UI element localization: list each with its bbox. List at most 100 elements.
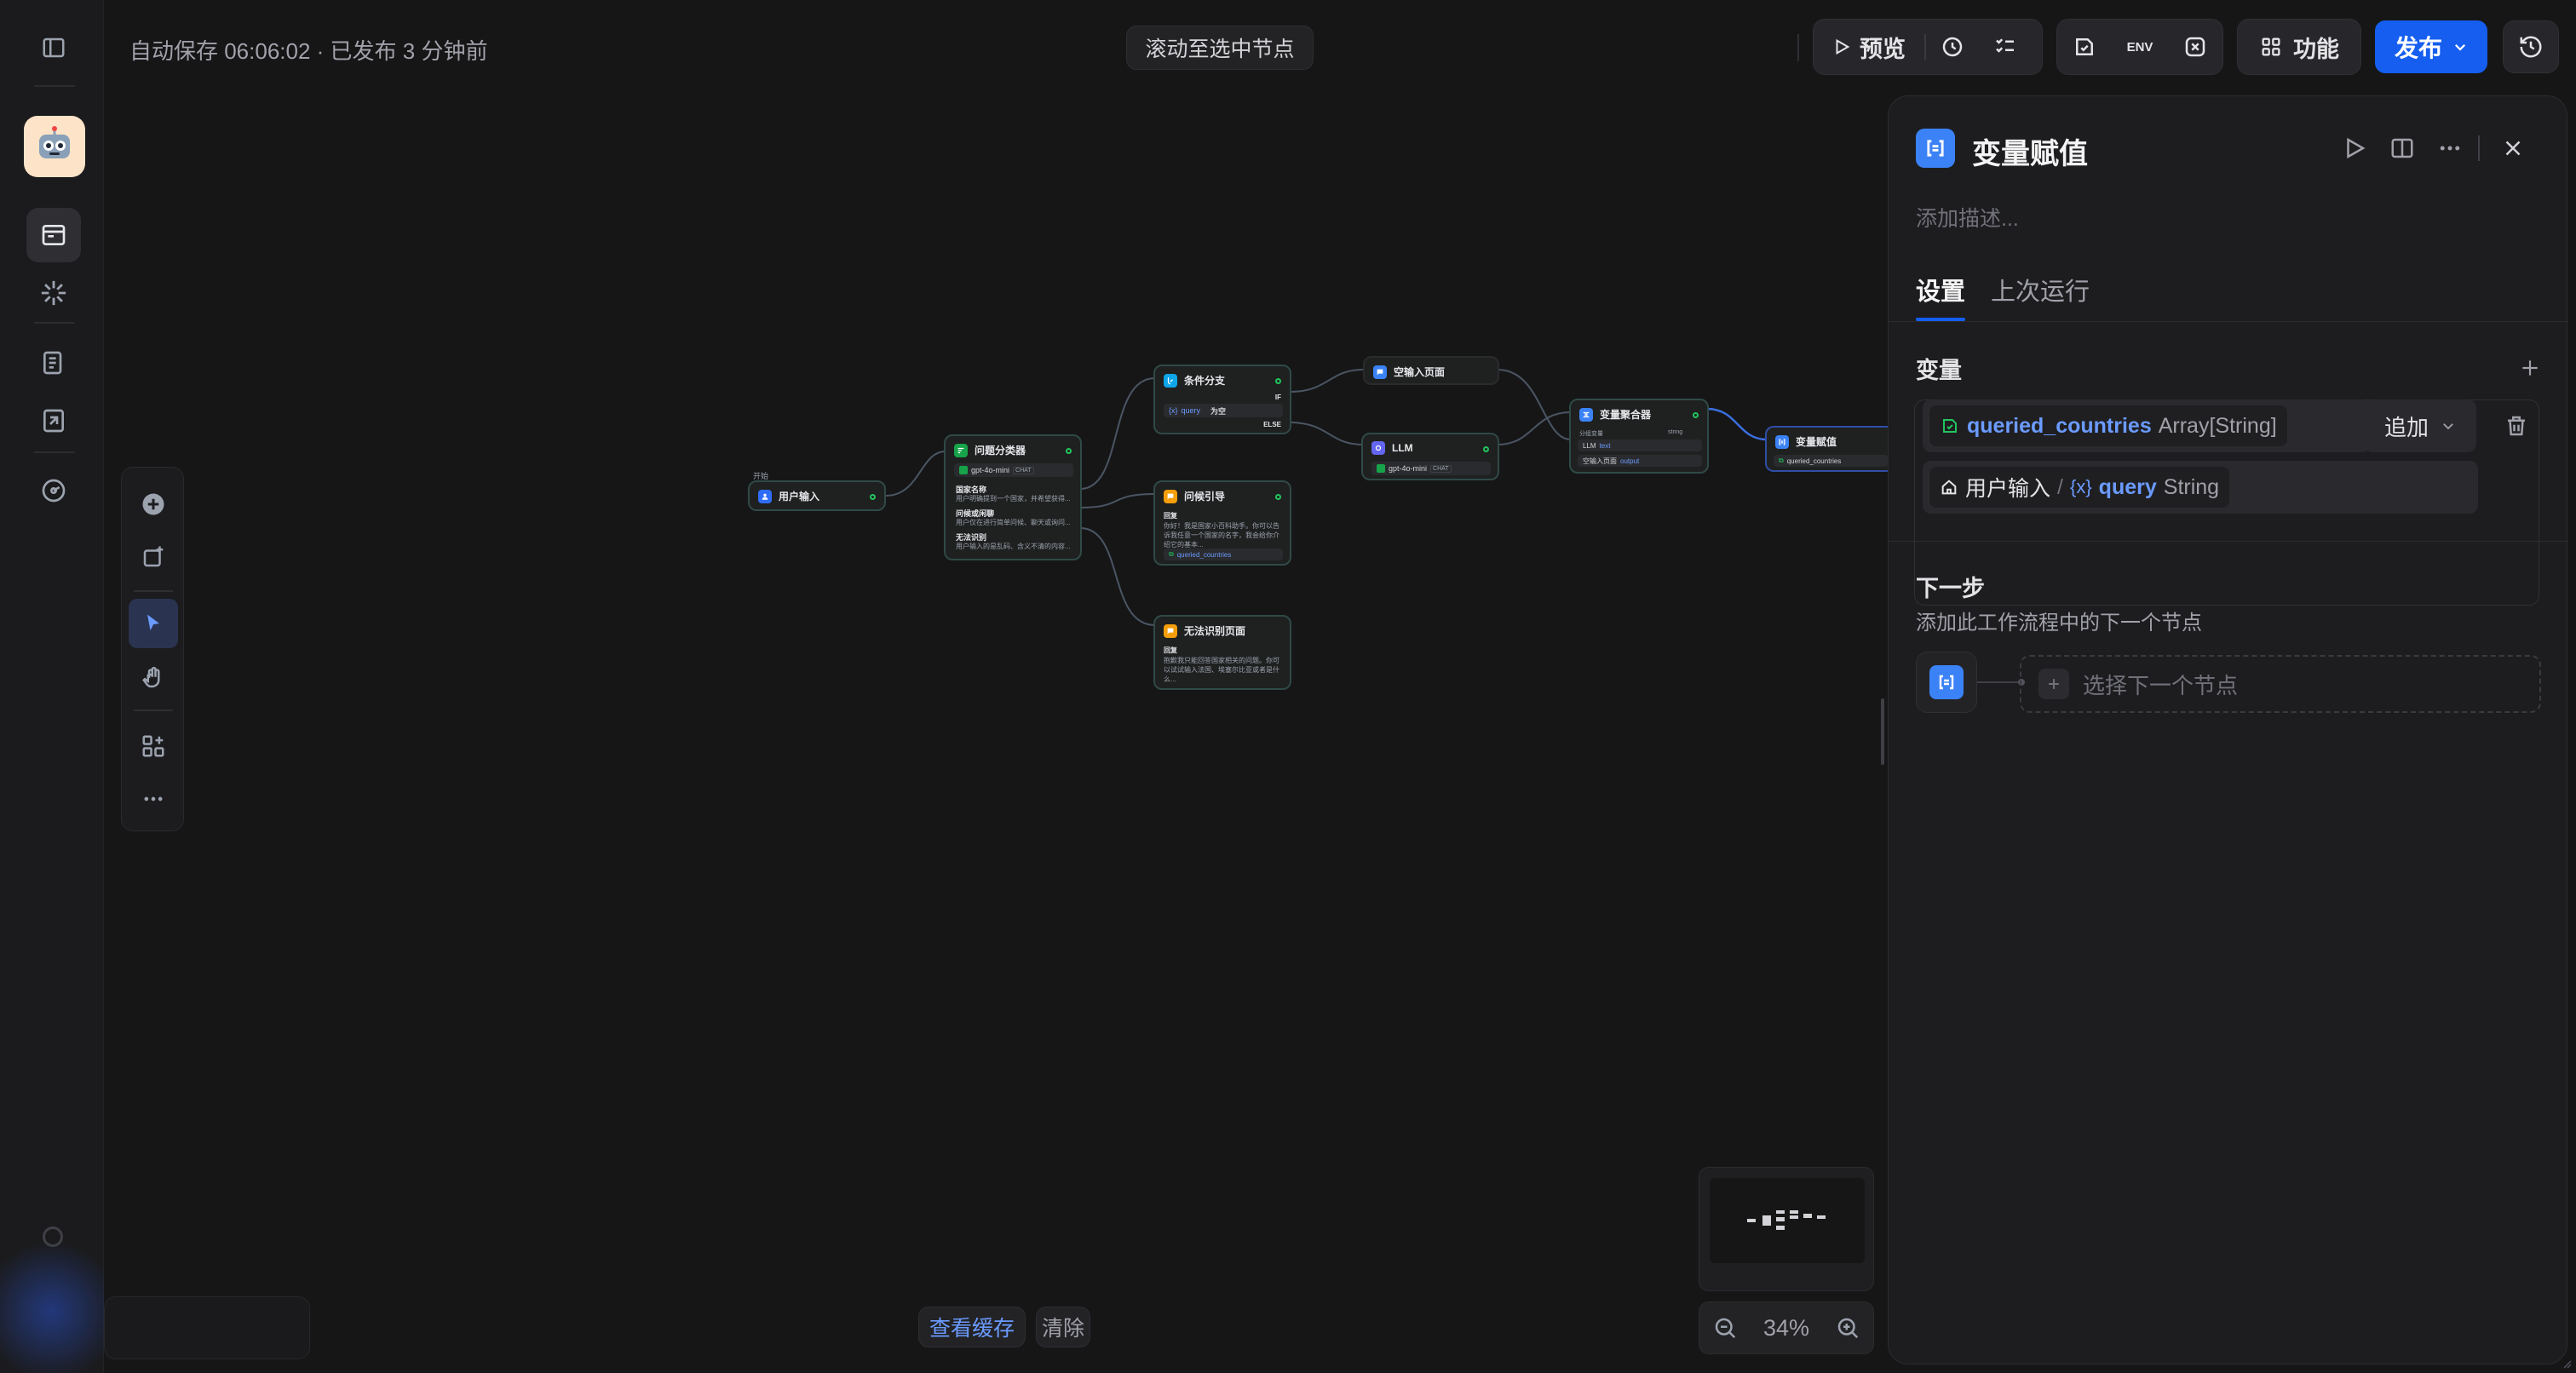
features-icon: [2262, 37, 2280, 56]
workflow-edges: [885, 369, 1768, 626]
node-config-panel: 变量赋值 添加描述... 设置 上次运行 变量 queried_countrie…: [1888, 95, 2568, 1364]
reply-text: 你好！我是国家小百科助手。你可以告诉我任意一个国家的名字，我会给你介绍它的基本.…: [1164, 522, 1279, 549]
next-step-desc: 添加此工作流程中的下一个节点: [1916, 612, 2202, 635]
panel-resize-handle[interactable]: [1881, 698, 1884, 765]
zoom-controls: 34%: [1699, 1301, 1874, 1354]
classifier-node[interactable]: 问题分类器 gpt-4o-mini CHAT 国家名称 用户明确提到一个国家，并…: [944, 434, 1082, 560]
zoom-out-icon[interactable]: [1712, 1315, 1738, 1341]
run-history-button[interactable]: [1926, 20, 1979, 74]
unknown-reply-node[interactable]: 无法识别页面 回复 抱歉我只能回答国家相关的问题。你可以试试输入法国、埃塞尔比亚…: [1153, 615, 1291, 690]
classifier-model: gpt-4o-mini CHAT: [954, 463, 1073, 477]
minimap-nodes: [1747, 1210, 1826, 1230]
checklist-button[interactable]: [1979, 20, 2032, 74]
operation-select[interactable]: 追加: [2364, 399, 2476, 452]
llm-icon: [1371, 441, 1385, 455]
source-node-name: 用户输入: [1965, 477, 2051, 501]
chevron-down-icon: [2454, 43, 2466, 51]
version-history-button[interactable]: [2503, 20, 2559, 73]
source-variable-selector[interactable]: 用户输入 / {x} query String: [1923, 461, 2478, 514]
help-doc-icon[interactable]: [2389, 135, 2415, 161]
target-var-type: Array[String]: [2158, 413, 2277, 438]
variable-toolbar: ENV: [2056, 19, 2223, 75]
llm-model: gpt-4o-mini CHAT: [1371, 462, 1491, 475]
group-label: 分组变量: [1579, 431, 1603, 437]
panel-title[interactable]: 变量赋值: [1972, 130, 2088, 172]
add-variable-icon[interactable]: [2519, 357, 2541, 379]
run-history-icon: [1942, 37, 1963, 57]
features-button[interactable]: 功能: [2237, 19, 2361, 75]
description-input[interactable]: 添加描述...: [1916, 202, 2019, 233]
select-next-node-button[interactable]: 选择下一个节点: [2020, 655, 2541, 713]
more-icon[interactable]: [2437, 135, 2463, 161]
assigner-node[interactable]: 变量赋值 ⧉ queried_countries: [1765, 426, 1888, 472]
chevron-down-icon: [2443, 423, 2453, 430]
plus-icon: [2038, 669, 2069, 699]
llm-node[interactable]: LLM gpt-4o-mini CHAT: [1361, 433, 1499, 480]
empty-reply-title: 空输入页面: [1394, 366, 1446, 378]
greeting-reply-node[interactable]: 问候引导 回复 你好！我是国家小百科助手。你可以告诉我任意一个国家的名字，我会给…: [1153, 480, 1291, 566]
close-icon[interactable]: [2500, 135, 2526, 161]
select-next-label: 选择下一个节点: [2083, 672, 2239, 698]
aggregator-title: 变量聚合器: [1600, 409, 1652, 421]
minimap[interactable]: [1699, 1167, 1874, 1291]
target-var-name: queried_countries: [1967, 413, 2152, 438]
aggregator-row: LLM text: [1578, 439, 1702, 451]
features-label: 功能: [2293, 36, 2339, 62]
publish-button[interactable]: 发布: [2375, 20, 2487, 73]
answer-icon: [1164, 489, 1177, 503]
home-icon: [1941, 480, 1957, 495]
global-var-button[interactable]: [2171, 20, 2219, 74]
branch-icon: [1164, 373, 1177, 388]
openai-icon: [1377, 464, 1385, 473]
reply-text: 抱歉我只能回答国家相关的问题。你可以试试输入法国、埃塞尔比亚或者是什么...: [1164, 657, 1279, 683]
aggregator-node[interactable]: 变量聚合器 分组变量 string LLM text 空输入页面 output: [1569, 399, 1709, 474]
reply-caption: 回复: [1164, 512, 1177, 520]
run-node-icon[interactable]: [2342, 135, 2367, 161]
variable-x-icon: {x}: [2069, 476, 2092, 497]
assigner-icon: [1775, 434, 1789, 449]
clear-button[interactable]: 清除: [1036, 1307, 1090, 1347]
aggregator-row: 空输入页面 output: [1578, 455, 1702, 467]
reply-caption: 回复: [1164, 646, 1177, 654]
llm-title: LLM: [1392, 442, 1413, 454]
source-var-type: String: [2163, 474, 2220, 499]
source-var-name: query: [2098, 474, 2157, 499]
publish-label: 发布: [2394, 35, 2442, 61]
class-desc: 用户输入的是乱码、含义不清的内容...: [956, 543, 1071, 550]
checklist-icon: [1996, 38, 2014, 53]
conversation-var-icon: [2076, 38, 2094, 55]
assigner-icon: [1929, 665, 1964, 699]
start-icon: [758, 489, 772, 503]
empty-reply-node[interactable]: 空输入页面: [1363, 356, 1499, 385]
view-cache-button[interactable]: 查看缓存: [918, 1307, 1026, 1347]
classifier-icon: [954, 443, 968, 457]
zoom-level[interactable]: 34%: [1763, 1315, 1809, 1341]
reply-var: ⧉ queried_countries: [1164, 549, 1283, 560]
env-button[interactable]: ENV: [2116, 20, 2164, 74]
conversation-var-button[interactable]: [2061, 20, 2108, 74]
variables-section-title: 变量: [1916, 358, 1962, 383]
class-desc: 用户仅在进行简单问候、聊天或询问...: [956, 519, 1071, 526]
class-desc: 用户明确提到一个国家，并希望获得...: [956, 495, 1071, 503]
start-node[interactable]: 用户输入: [748, 480, 886, 511]
connector-line: [1977, 681, 2020, 683]
assigner-icon: [1916, 129, 1955, 168]
next-step-title: 下一步: [1916, 576, 1985, 601]
aggregator-icon: [1579, 407, 1593, 422]
env-label: ENV: [2126, 39, 2153, 55]
start-node-title: 用户输入: [779, 491, 820, 503]
tab-last-run[interactable]: 上次运行: [1991, 272, 2090, 307]
operation-label: 追加: [2383, 414, 2429, 440]
resize-grip-icon: [2563, 1360, 2572, 1369]
else-label: ELSE: [1263, 421, 1281, 428]
assigned-variable-selector[interactable]: queried_countries Array[String]: [1923, 399, 2371, 452]
trash-icon[interactable]: [2504, 413, 2529, 439]
tab-settings[interactable]: 设置: [1916, 272, 1965, 307]
variable-x-icon: [2185, 37, 2205, 57]
conversation-var-icon: [1943, 419, 1957, 433]
canvas-info-panel: [104, 1296, 310, 1359]
current-node-badge: [1916, 652, 1977, 713]
zoom-in-icon[interactable]: [1835, 1315, 1860, 1341]
condition-row: {x} query 为空: [1164, 404, 1283, 417]
if-else-node[interactable]: 条件分支 IF {x} query 为空 ELSE: [1153, 365, 1291, 434]
